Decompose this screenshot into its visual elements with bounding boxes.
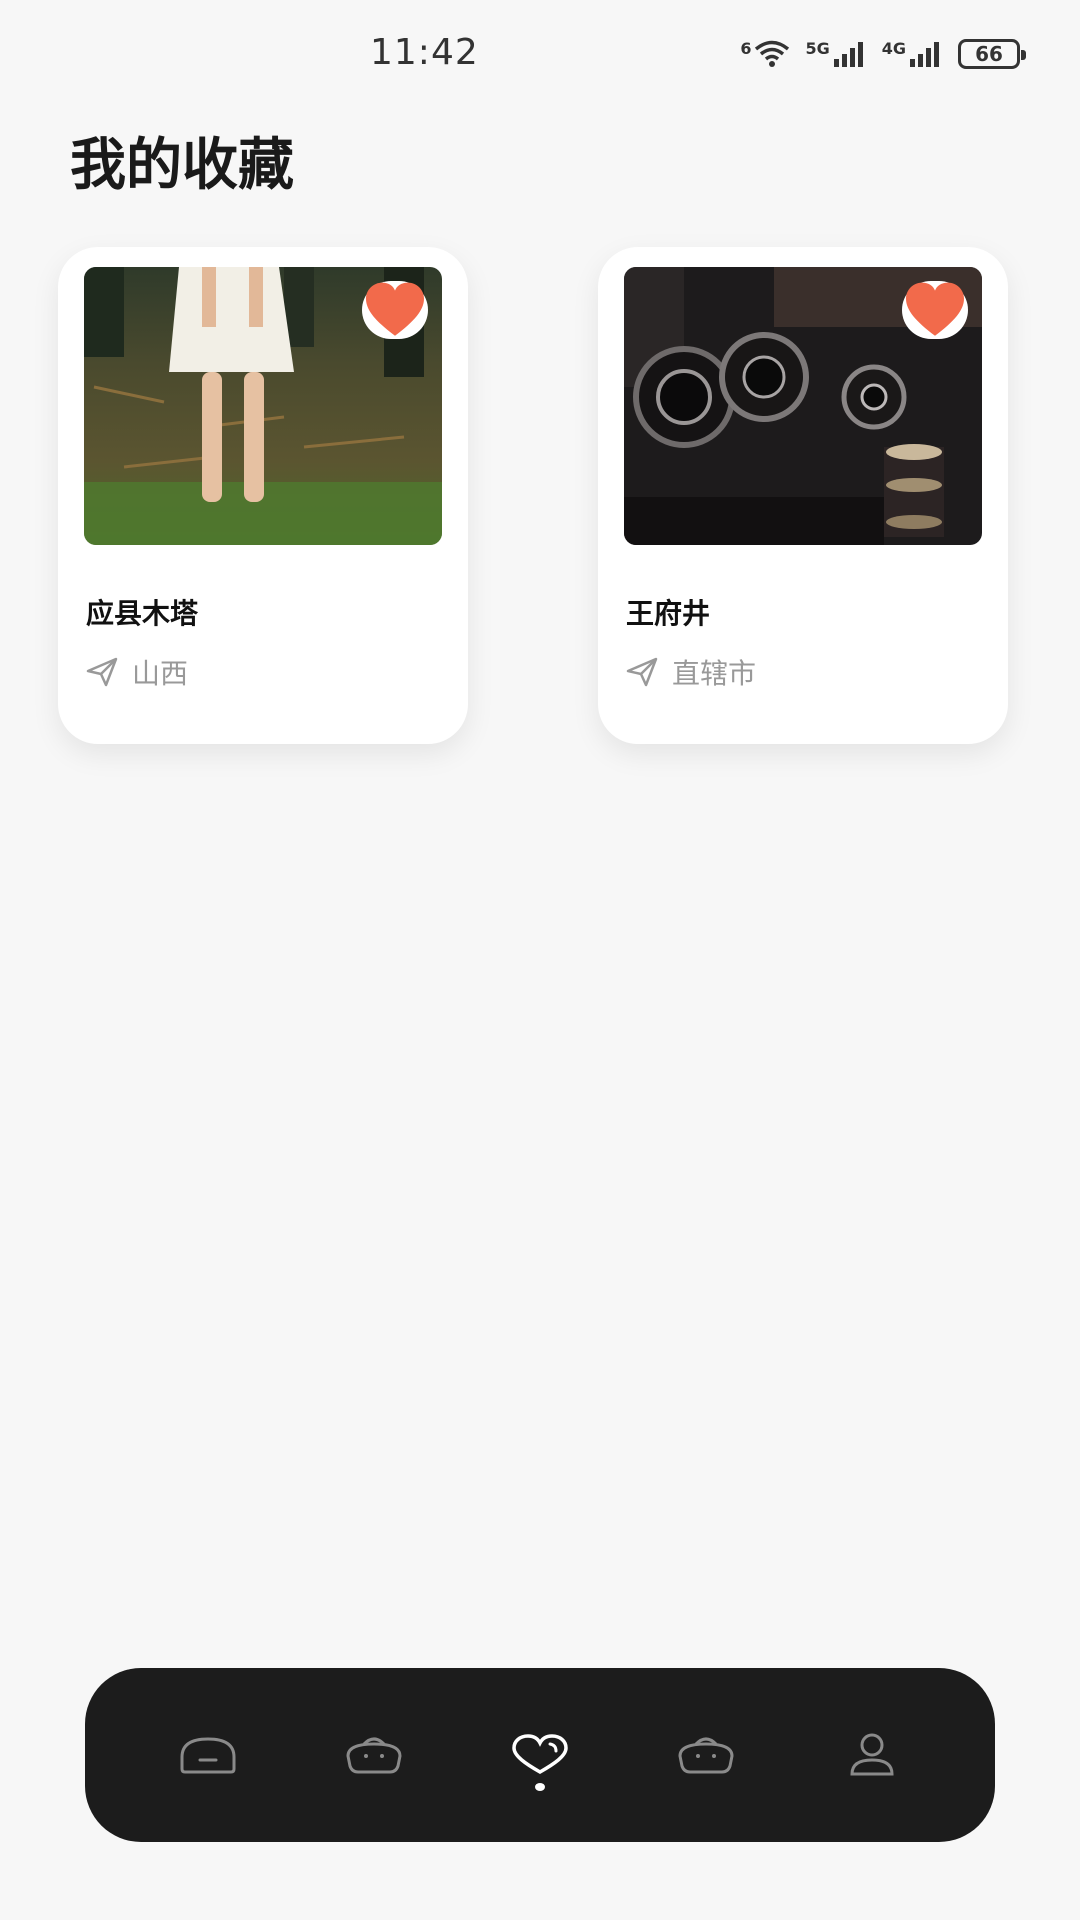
card-location: 山西	[86, 652, 188, 692]
battery-icon: 66	[958, 39, 1026, 69]
heart-icon	[906, 282, 964, 336]
favorites-screen: 11:42 6 5G 4G 66 我的收藏 应县木塔 山西 王府井 直辖市	[0, 0, 1080, 1920]
location-arrow-icon	[626, 657, 658, 687]
nav-item-favorites[interactable]	[480, 1695, 600, 1815]
favorite-toggle[interactable]	[362, 281, 428, 339]
basket-icon	[678, 1737, 734, 1774]
card-image	[624, 267, 982, 545]
home-icon	[180, 1737, 236, 1774]
favorite-card[interactable]: 应县木塔 山西	[58, 247, 468, 744]
wifi-label: 6	[740, 39, 752, 58]
card-title: 王府井	[626, 597, 711, 630]
profile-icon	[850, 1733, 894, 1776]
card-title: 应县木塔	[86, 597, 199, 630]
card-image	[84, 267, 442, 545]
active-indicator	[535, 1783, 545, 1791]
nav-item-home[interactable]	[148, 1695, 268, 1815]
location-arrow-icon	[86, 657, 118, 687]
page-title: 我的收藏	[70, 133, 294, 198]
location-label: 山西	[132, 657, 189, 690]
card-location: 直辖市	[626, 652, 756, 692]
heart-icon	[512, 1734, 568, 1775]
location-label: 直辖市	[672, 657, 757, 690]
signal-4g-label: 4G	[881, 39, 906, 58]
nav-item-profile[interactable]	[812, 1695, 932, 1815]
signal-4g-icon: 4G	[882, 39, 944, 69]
wifi-icon: 6	[740, 39, 791, 69]
basket-icon	[346, 1737, 402, 1774]
status-icons: 6 5G 4G 66	[740, 36, 1026, 72]
favorite-card[interactable]: 王府井 直辖市	[598, 247, 1008, 744]
bottom-nav	[85, 1668, 995, 1842]
heart-icon	[366, 282, 424, 336]
nav-item-shop[interactable]	[314, 1695, 434, 1815]
nav-item-orders[interactable]	[646, 1695, 766, 1815]
signal-5g-label: 5G	[805, 39, 830, 58]
status-time: 11:42	[370, 32, 479, 73]
signal-5g-icon: 5G	[805, 39, 867, 69]
favorite-toggle[interactable]	[902, 281, 968, 339]
status-bar: 11:42 6 5G 4G 66	[0, 0, 1080, 110]
